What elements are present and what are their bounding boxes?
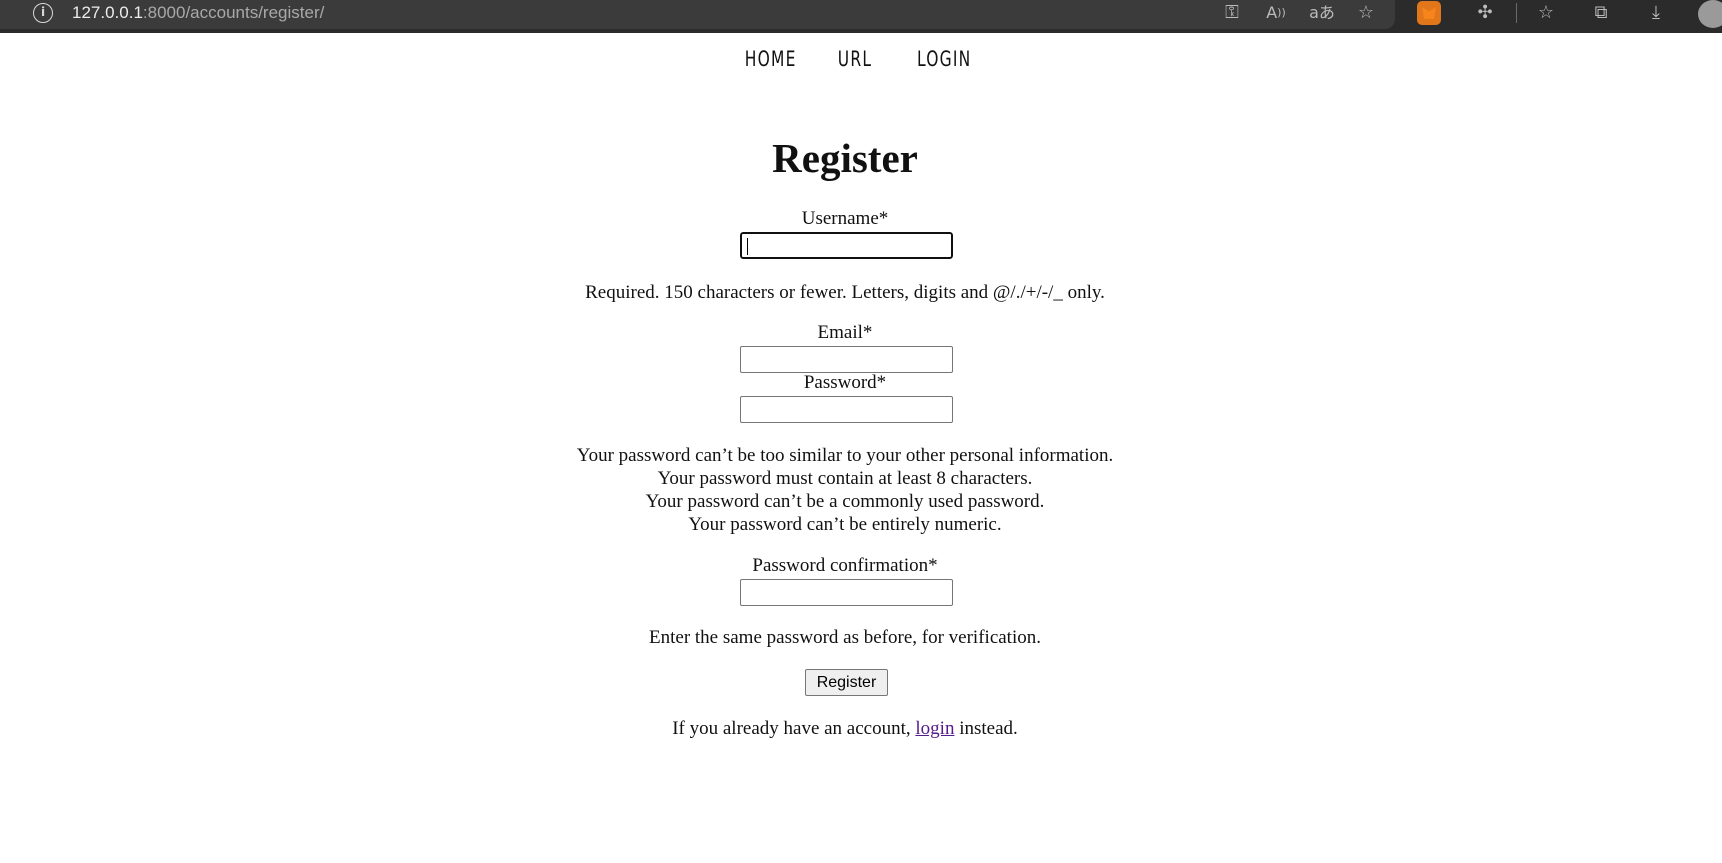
nav-login-link[interactable]: LOGIN <box>917 47 972 71</box>
extensions-icon[interactable]: ✣ <box>1471 1 1499 25</box>
text-cursor <box>747 238 748 255</box>
password-help-item: Your password must contain at least 8 ch… <box>657 468 1033 489</box>
password-help-item: Your password can’t be too similar to yo… <box>576 445 1114 466</box>
register-button[interactable]: Register <box>805 669 888 696</box>
login-link[interactable]: login <box>915 718 954 739</box>
login-prompt-before: If you already have an account, <box>672 718 916 739</box>
email-label: Email* <box>817 322 873 343</box>
downloads-icon[interactable]: ⤓ <box>1642 1 1670 25</box>
password-input[interactable] <box>740 396 953 423</box>
email-input[interactable] <box>740 346 953 373</box>
password-confirmation-input[interactable] <box>740 579 953 606</box>
username-label: Username* <box>801 208 889 229</box>
url-path: :8000/accounts/register/ <box>142 3 325 22</box>
login-prompt-after: instead. <box>954 718 1018 739</box>
password-help-item: Your password can’t be entirely numeric. <box>688 514 1002 535</box>
password-confirmation-label: Password confirmation* <box>752 555 938 576</box>
nav-home-link[interactable]: HOME <box>745 47 797 71</box>
password-confirmation-help-text: Enter the same password as before, for v… <box>649 627 1041 648</box>
browser-toolbar: i 127.0.0.1:8000/accounts/register/ ⚿ A)… <box>0 0 1722 33</box>
profile-avatar[interactable] <box>1698 0 1722 28</box>
toolbar-divider <box>1516 3 1517 23</box>
collections-icon[interactable]: ⧉ <box>1587 1 1615 25</box>
metamask-extension-icon[interactable] <box>1417 1 1441 25</box>
username-help-text: Required. 150 characters or fewer. Lette… <box>585 282 1105 303</box>
password-label: Password* <box>803 372 887 393</box>
page-title: Register <box>772 135 918 181</box>
address-bar[interactable]: i 127.0.0.1:8000/accounts/register/ ⚿ A)… <box>0 0 1395 29</box>
url-text[interactable]: 127.0.0.1:8000/accounts/register/ <box>72 2 324 24</box>
password-help-list: Your password can’t be too similar to yo… <box>0 444 1690 536</box>
favorites-icon[interactable]: ☆ <box>1532 1 1560 25</box>
translate-icon[interactable]: aあ <box>1308 1 1336 25</box>
username-input[interactable] <box>739 231 954 260</box>
url-host: 127.0.0.1 <box>72 3 143 22</box>
nav-url-link[interactable]: URL <box>838 47 872 71</box>
password-help-item: Your password can’t be a commonly used p… <box>645 491 1045 512</box>
login-prompt: If you already have an account, login in… <box>0 718 1690 740</box>
add-favorite-icon[interactable]: ☆ <box>1352 1 1380 25</box>
read-aloud-icon[interactable]: A)) <box>1262 1 1290 25</box>
info-icon[interactable]: i <box>33 3 53 23</box>
key-icon[interactable]: ⚿ <box>1218 1 1246 25</box>
